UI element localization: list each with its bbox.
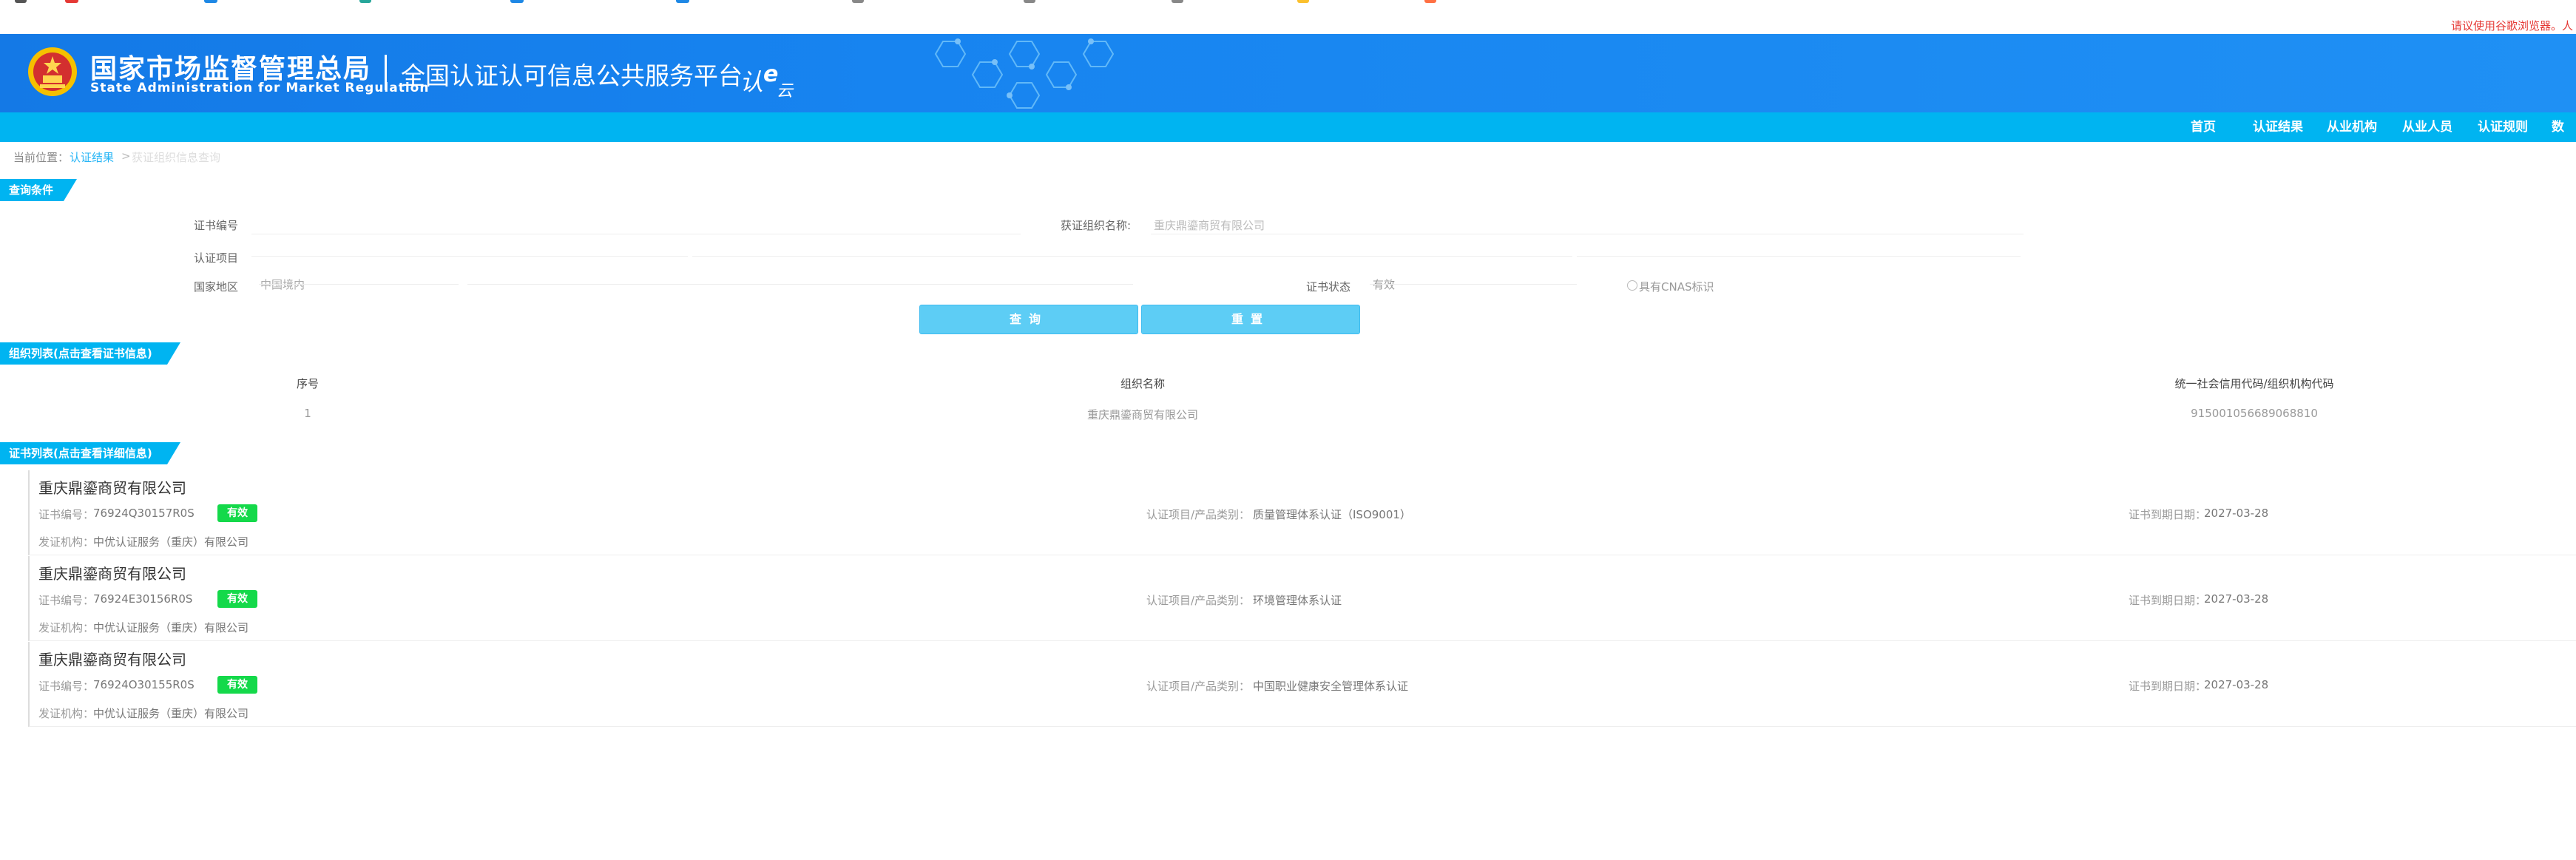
bookmark-icon[interactable] [1424,0,1436,3]
org-row-index: 1 [304,407,311,420]
cnas-label: 具有CNAS标识 [1639,280,1714,294]
main-nav: 首页 认证结果 从业机构 从业人员 认证规则 数据 [0,112,2576,164]
org-row-name[interactable]: 重庆鼎鎏商贸有限公司 [1087,407,1198,422]
svg-text:云: 云 [777,82,794,101]
bookmark-icon[interactable] [359,0,371,3]
cert-expiry-value: 2027-03-28 [2204,592,2269,606]
search-button[interactable]: 查询 [919,305,1138,334]
breadcrumb-current: 获证组织信息查询 [132,151,221,164]
nav-cert-rules[interactable]: 认证规则 [2478,112,2528,142]
cert-issuer-value: 中优认证服务（重庆）有限公司 [93,535,249,549]
header-divider [385,55,387,90]
cert-item-prefix: 认证项目/产品类别： [1146,680,1251,693]
cert-no-value: 76924E30156R0S [93,592,193,606]
query-section-tab: 查询条件 [0,179,77,201]
cert-expiry-prefix: 证书到期日期： [2129,508,2207,521]
reset-button[interactable]: 重置 [1141,305,1360,334]
bookmark-icon[interactable] [1024,0,1035,3]
cert-item-subselect[interactable] [692,256,1572,257]
region-select-underline [259,284,459,285]
cert-expiry-value: 2027-03-28 [2204,507,2269,520]
cert-issuer-prefix: 发证机构： [38,707,95,720]
breadcrumb-separator: > [121,149,131,163]
cert-item-label: 认证项目 [194,251,239,265]
cert-org-name[interactable]: 重庆鼎鎏商贸有限公司 [38,648,186,669]
cert-list-section-tab: 证书列表(点击查看详细信息) [0,442,180,464]
cert-org-name[interactable]: 重庆鼎鎏商贸有限公司 [38,562,186,583]
nav-practitioners[interactable]: 从业人员 [2402,112,2452,142]
bookmark-icon[interactable] [676,0,689,3]
region-label: 国家地区 [194,280,239,294]
renyun-logo: 认 e 云 [740,61,794,101]
cert-expiry-prefix: 证书到期日期： [2129,594,2207,607]
cert-no-value: 76924Q30157R0S [93,507,195,520]
status-badge: 有效 [217,676,257,694]
nav-institutions[interactable]: 从业机构 [2327,112,2377,142]
cert-issuer-prefix: 发证机构： [38,621,95,634]
bookmark-icon[interactable] [510,0,524,3]
status-badge: 有效 [217,590,257,608]
breadcrumb-link[interactable]: 认证结果 [70,149,114,165]
cert-item-prefix: 认证项目/产品类别： [1146,594,1251,607]
bookmarks-bar [0,0,2576,7]
cert-item-value: 质量管理体系认证（ISO9001） [1253,508,1411,521]
nav-home[interactable]: 首页 [2191,112,2216,142]
bookmark-icon[interactable] [1297,0,1309,3]
svg-text:认: 认 [740,68,763,96]
org-list-section-tab: 组织列表(点击查看证书信息) [0,342,180,365]
cert-card[interactable]: 重庆鼎鎏商贸有限公司证书编号： 76924Q30157R0S 有效 认证项目/产品类别… [28,470,2576,555]
bookmark-icon[interactable] [65,0,78,3]
org-col-index: 序号 [296,377,320,390]
cert-item-value: 中国职业健康安全管理体系认证 [1253,680,1409,693]
hexagon-decoration [934,38,1115,109]
nav-data[interactable]: 数据 [2552,112,2576,164]
status-select-underline [1370,284,1577,285]
cert-item-prefix: 认证项目/产品类别： [1146,508,1251,521]
cert-card[interactable]: 重庆鼎鎏商贸有限公司证书编号： 76924O30155R0S 有效 认证项目/产品类别… [28,642,2576,727]
cert-no-prefix: 证书编号： [38,680,95,693]
browser-tip: 请议使用谷歌浏览器。人 [2450,19,2573,33]
org-name-label: 获证组织名称: [1061,219,1132,232]
status-badge: 有效 [217,504,257,522]
cert-no-prefix: 证书编号： [38,594,95,607]
site-header: 国家市场监督管理总局 State Administration for Mark… [0,34,2576,112]
bookmark-icon[interactable] [1172,0,1183,3]
cert-issuer-prefix: 发证机构： [38,535,95,549]
bookmark-icon[interactable] [15,0,27,3]
bookmark-icon[interactable] [852,0,864,3]
cnas-radio[interactable] [1627,280,1637,291]
cert-no-value: 76924O30155R0S [93,678,195,691]
cert-no-prefix: 证书编号： [38,508,95,521]
cert-card[interactable]: 重庆鼎鎏商贸有限公司证书编号： 76924E30156R0S 有效 认证项目/产品类别… [28,556,2576,641]
cert-no-label: 证书编号 [194,219,239,232]
org-row-credit-code: 915001056689068810 [2191,407,2318,420]
nav-cert-results[interactable]: 认证结果 [2253,112,2303,142]
org-name-input[interactable]: 重庆鼎鎏商贸有限公司 [1154,217,1265,233]
cert-item-value: 环境管理体系认证 [1253,594,1342,607]
cert-item-select[interactable] [251,256,688,257]
region-subselect[interactable] [467,284,1133,285]
platform-title: 全国认证认可信息公共服务平台 [401,61,743,90]
org-col-name: 组织名称 [1120,377,1166,390]
status-label: 证书状态 [1306,280,1351,294]
bookmark-icon[interactable] [204,0,217,3]
cert-item-extra[interactable] [1577,256,2021,257]
breadcrumb-prefix: 当前位置： [13,151,70,164]
national-emblem-icon [28,47,77,96]
org-col-credit-code: 统一社会信用代码/组织机构代码 [2174,377,2334,390]
cert-issuer-value: 中优认证服务（重庆）有限公司 [93,707,249,720]
cert-expiry-prefix: 证书到期日期： [2129,680,2207,693]
cert-expiry-value: 2027-03-28 [2204,678,2269,691]
agency-name-en: State Administration for Market Regulati… [90,81,430,95]
cert-issuer-value: 中优认证服务（重庆）有限公司 [93,621,249,634]
cert-org-name[interactable]: 重庆鼎鎏商贸有限公司 [38,476,186,498]
